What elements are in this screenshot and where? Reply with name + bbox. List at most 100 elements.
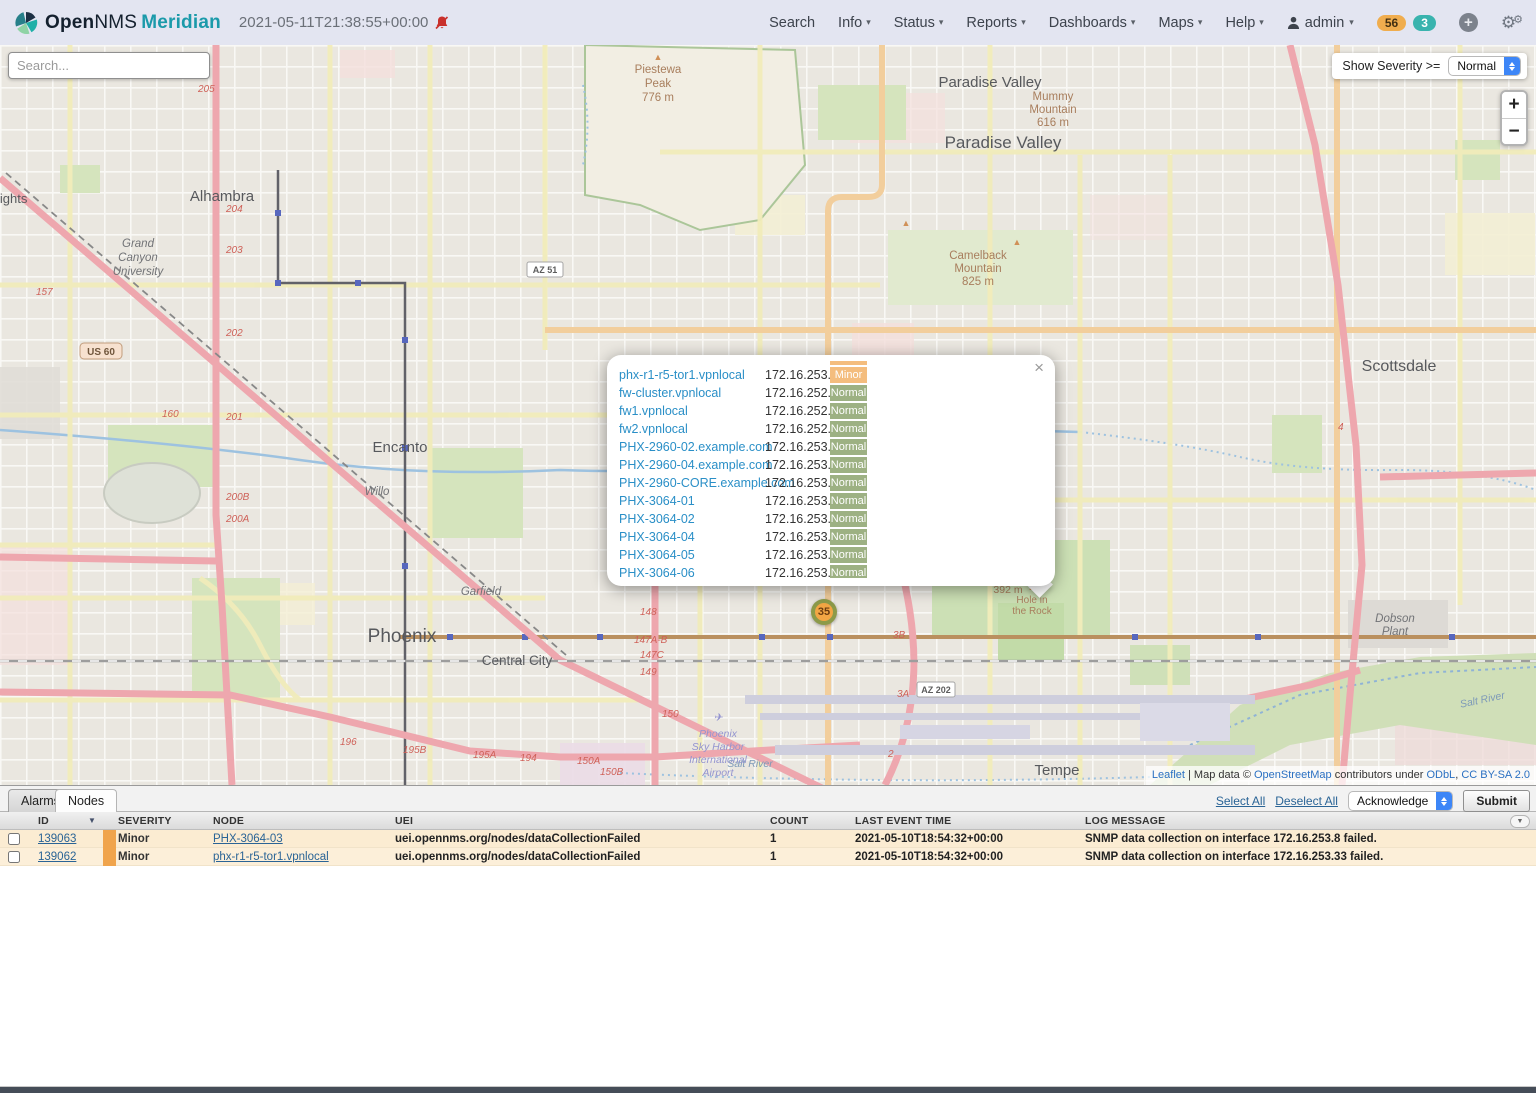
alarm-checkbox[interactable] — [8, 851, 20, 863]
popup-node-list[interactable]: PHX-3064-03 172.16.253.8 Minor phx-r1-r5… — [619, 361, 889, 578]
opennms-logo-icon — [14, 11, 38, 35]
column-header-id[interactable]: ID — [38, 812, 49, 830]
attribution-text: contributors under — [1332, 769, 1427, 781]
leaflet-link[interactable]: Leaflet — [1152, 769, 1185, 781]
settings-gears-icon[interactable]: ⚙⚙ — [1501, 13, 1520, 33]
brand-open: Open — [45, 12, 94, 33]
alarm-severity-label: Minor — [118, 830, 149, 848]
action-select[interactable]: Acknowledge — [1348, 791, 1453, 811]
nav-menu-item[interactable]: Help▾ — [1225, 15, 1263, 31]
select-all-link[interactable]: Select All — [1216, 794, 1265, 808]
osm-link[interactable]: OpenStreetMap — [1254, 769, 1332, 781]
brand-nms: NMS — [94, 12, 137, 33]
alarm-node-link[interactable]: PHX-3064-03 — [213, 830, 283, 848]
popup-node-row: PHX-2960-04.example.com 172.16.253.13 No… — [619, 456, 889, 474]
user-menu[interactable]: admin▾ — [1287, 15, 1354, 31]
navbar-menu: Search Info▾ Status▾ Reports▾ Dashboards… — [769, 15, 1264, 31]
sort-descending-icon[interactable]: ▼ — [88, 812, 96, 830]
alarm-row: 139062 Minor phx-r1-r5-tor1.vpnlocal uei… — [0, 848, 1536, 866]
navbar-timestamp: 2021-05-11T21:38:55+00:00 — [239, 14, 450, 31]
alarm-id-link[interactable]: 139063 — [38, 830, 76, 848]
severity-stripe — [103, 830, 116, 848]
notification-count-badge[interactable]: 3 — [1413, 15, 1436, 31]
column-header-log[interactable]: LOG MESSAGE — [1085, 812, 1165, 830]
brand[interactable]: OpenNMSMeridian — [14, 11, 221, 35]
popup-node-row: PHX-2960-CORE.example.com 172.16.253.14 … — [619, 474, 889, 492]
column-header-node[interactable]: NODE — [213, 812, 244, 830]
nav-menu-item[interactable]: Status▾ — [894, 15, 944, 31]
nav-menu-item[interactable]: Reports▾ — [966, 15, 1025, 31]
bell-muted-icon[interactable] — [434, 15, 450, 31]
geographical-map[interactable]: US 60 AZ 51 AZ 202 205 204 203 202 201 2… — [0, 45, 1536, 785]
alarm-last-event-time: 2021-05-10T18:54:32+00:00 — [855, 848, 1003, 866]
zoom-out-button[interactable]: − — [1502, 118, 1526, 144]
panel-controls: Select All Deselect All Acknowledge Subm… — [1216, 790, 1530, 812]
alarm-checkbox[interactable] — [8, 833, 20, 845]
severity-stripe — [103, 848, 116, 866]
node-severity-badge: Normal — [830, 511, 867, 527]
alarm-node-link[interactable]: phx-r1-r5-tor1.vpnlocal — [213, 848, 329, 866]
node-link[interactable]: PHX-3064-06 — [619, 564, 695, 578]
column-header-last-event[interactable]: LAST EVENT TIME — [855, 812, 951, 830]
severity-filter-select[interactable]: Normal — [1448, 56, 1521, 76]
node-severity-badge: Minor — [830, 367, 867, 383]
user-icon — [1287, 16, 1300, 29]
node-link[interactable]: fw-cluster.vpnlocal — [619, 384, 721, 402]
alarm-uei: uei.opennms.org/nodes/dataCollectionFail… — [395, 830, 640, 848]
nav-menu-item[interactable]: Info▾ — [838, 15, 871, 31]
popup-node-row: PHX-3064-05 172.16.253.10 Normal — [619, 546, 889, 564]
ccbysa-link[interactable]: CC BY-SA 2.0 — [1461, 769, 1530, 781]
nav-menu-item[interactable]: Dashboards▾ — [1049, 15, 1136, 31]
node-cluster-popup: × PHX-3064-03 172.16.253.8 Minor phx-r1-… — [607, 355, 1055, 586]
zoom-in-button[interactable]: + — [1502, 92, 1526, 118]
deselect-all-link[interactable]: Deselect All — [1275, 794, 1338, 808]
alarm-count: 1 — [770, 830, 776, 848]
chevron-down-icon: ▾ — [1259, 17, 1264, 28]
select-stepper-icon — [1436, 791, 1452, 811]
node-link[interactable]: phx-r1-r5-tor1.vpnlocal — [619, 366, 745, 384]
node-link[interactable]: PHX-2960-02.example.com — [619, 438, 773, 456]
column-header-count[interactable]: COUNT — [770, 812, 808, 830]
alarm-log-message: SNMP data collection on interface 172.16… — [1085, 830, 1377, 848]
node-severity-badge: Normal — [830, 493, 867, 509]
node-link[interactable]: fw2.vpnlocal — [619, 420, 688, 438]
alarm-count: 1 — [770, 848, 776, 866]
tab-nodes[interactable]: Nodes — [55, 789, 117, 812]
node-link[interactable]: PHX-3064-01 — [619, 492, 695, 510]
column-chooser-button[interactable]: ▼ — [1510, 815, 1530, 828]
node-severity-badge: Normal — [830, 529, 867, 545]
node-link[interactable]: PHX-3064-02 — [619, 510, 695, 528]
node-link[interactable]: fw1.vpnlocal — [619, 402, 688, 420]
panel-tabbar: Alarms Nodes Select All Deselect All Ack… — [0, 786, 1536, 812]
column-header-uei[interactable]: UEI — [395, 812, 413, 830]
close-icon[interactable]: × — [1034, 358, 1044, 378]
node-cluster-marker[interactable]: 35 — [811, 599, 837, 625]
node-link[interactable]: PHX-3064-04 — [619, 528, 695, 546]
nav-menu-item[interactable]: Search — [769, 15, 815, 31]
submit-button[interactable]: Submit — [1463, 790, 1530, 812]
nav-menu-item[interactable]: Maps▾ — [1158, 15, 1202, 31]
alarm-uei: uei.opennms.org/nodes/dataCollectionFail… — [395, 848, 640, 866]
alarms-table-header: ID ▼ SEVERITY NODE UEI COUNT LAST EVENT … — [0, 812, 1536, 830]
node-link[interactable]: PHX-2960-04.example.com — [619, 456, 773, 474]
add-button[interactable]: + — [1459, 13, 1478, 32]
attribution-text: | Map data © — [1185, 769, 1254, 781]
popup-node-row: fw2.vpnlocal 172.16.252.6 Normal — [619, 420, 889, 438]
node-ip: 172.16.252.5 — [765, 402, 838, 420]
node-link[interactable]: PHX-3064-05 — [619, 546, 695, 564]
alarm-id-link[interactable]: 139062 — [38, 848, 76, 866]
node-severity-badge: Normal — [830, 439, 867, 455]
bottom-edge-bar — [0, 1086, 1536, 1093]
popup-node-row: PHX-3064-02 172.16.253.7 Normal — [619, 510, 889, 528]
alarm-count-badge[interactable]: 56 — [1377, 15, 1406, 31]
odbl-link[interactable]: ODbL — [1426, 769, 1455, 781]
brand-edition: Meridian — [141, 12, 221, 33]
popup-node-row: PHX-3064-06 172.16.253.11 Normal — [619, 564, 889, 578]
popup-node-row: PHX-2960-02.example.com 172.16.253.12 No… — [619, 438, 889, 456]
column-header-severity[interactable]: SEVERITY — [118, 812, 172, 830]
node-severity-badge: Normal — [830, 385, 867, 401]
alarm-log-message: SNMP data collection on interface 172.16… — [1085, 848, 1383, 866]
popup-node-row: fw-cluster.vpnlocal 172.16.252.10 Normal — [619, 384, 889, 402]
search-input[interactable] — [8, 52, 210, 79]
chevron-down-icon: ▾ — [939, 17, 944, 28]
